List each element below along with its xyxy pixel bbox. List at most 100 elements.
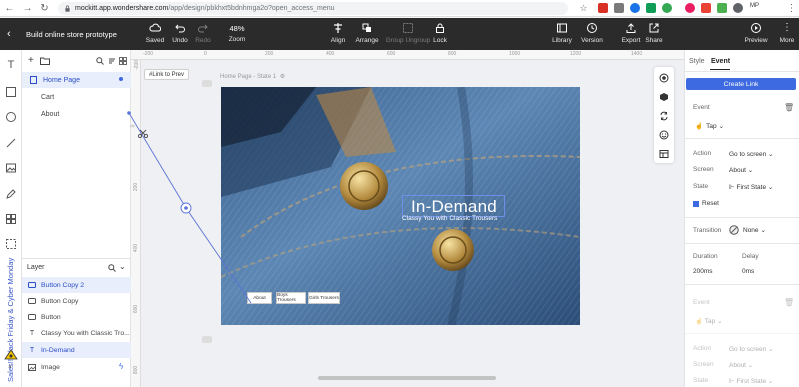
create-link-button[interactable]: Create Link (686, 78, 796, 90)
tab-event[interactable]: Event (711, 58, 730, 65)
extension-sheet-icon[interactable] (717, 3, 727, 13)
line-tool-icon[interactable] (5, 137, 17, 149)
table-icon[interactable] (659, 149, 669, 159)
extension-green-icon[interactable] (646, 3, 656, 13)
screen2-select[interactable]: About ⌄ (729, 361, 753, 369)
hero-title[interactable]: In-Demand (411, 197, 497, 217)
ellipse-tool-icon[interactable] (5, 111, 17, 123)
preview-label: Preview (744, 37, 768, 44)
tab-style[interactable]: Style (689, 58, 705, 65)
add-page-icon[interactable]: + (28, 56, 34, 66)
image-tool-icon[interactable] (5, 162, 17, 174)
frame-scroll-handle-bottom[interactable] (202, 336, 212, 343)
screen-label: Screen (693, 166, 714, 173)
page-item-cart[interactable]: Cart (22, 89, 131, 105)
arrange-icon (362, 23, 371, 32)
trigger2-value: Tap (704, 318, 716, 325)
layer-item-subtitle-text[interactable]: T Classy You with Classic Tro... (22, 325, 131, 341)
scissors-cut-icon[interactable] (138, 129, 148, 138)
extension-pink-icon[interactable] (685, 3, 695, 13)
redo-button[interactable]: Redo (190, 22, 216, 44)
search-pages-icon[interactable] (96, 57, 104, 65)
layer-item-button-copy-2[interactable]: Button Copy 2 (22, 277, 131, 293)
forward-icon[interactable]: → (22, 3, 33, 14)
state2-select[interactable]: ⊩ First State ⌄ (729, 377, 773, 385)
profile-badge[interactable]: MP (750, 3, 764, 13)
extension-grid-icon[interactable] (614, 3, 624, 13)
page-item-about[interactable]: About (22, 106, 131, 122)
denim-hero-image[interactable] (221, 87, 580, 325)
duration-input[interactable]: 200ms (693, 268, 713, 275)
extension-pdf-icon[interactable] (598, 3, 608, 13)
trigger-select[interactable]: ☝ Tap ⌄ (695, 122, 724, 131)
tap-hand-icon: ☝ (695, 123, 704, 130)
reload-icon[interactable]: ↻ (39, 3, 50, 14)
sync-icon[interactable] (659, 111, 669, 121)
layer-item-button[interactable]: Button (22, 309, 131, 325)
frame-settings-icon[interactable]: ⚙ (280, 74, 285, 80)
back-icon[interactable]: ← (4, 3, 15, 14)
extension-leaf-icon[interactable] (662, 3, 672, 13)
address-bar[interactable]: mockitt.app.wondershare.com /app/design/… (58, 2, 568, 15)
delete-event2-icon[interactable]: 🗑 (784, 298, 794, 307)
screen-select[interactable]: About ⌄ (729, 166, 753, 174)
page-item-home[interactable]: Home Page (22, 72, 131, 88)
search-layers-icon[interactable] (108, 264, 116, 272)
layer-item-button-copy[interactable]: Button Copy (22, 293, 131, 309)
save-button[interactable]: Saved (142, 22, 168, 44)
extensions-puzzle-icon[interactable] (733, 3, 743, 13)
cube-icon[interactable] (659, 92, 669, 102)
hero-subtitle[interactable]: Classy You with Classic Trousers (402, 215, 497, 222)
version-label: Version (581, 37, 603, 44)
library-button[interactable]: Library (549, 22, 575, 44)
delay-input[interactable]: 0ms (742, 268, 754, 275)
text-layer-icon: T (29, 329, 35, 337)
zoom-control[interactable]: 48% Zoom (223, 22, 251, 43)
state-select[interactable]: ⊩ First State ⌄ (729, 183, 773, 191)
grid-view-icon[interactable] (119, 57, 127, 65)
arrange-button[interactable]: Arrange (352, 22, 382, 44)
transition-select[interactable]: None ⌄ (729, 225, 766, 235)
align-icon (334, 23, 342, 33)
target-icon[interactable] (659, 73, 669, 83)
rectangle-tool-icon[interactable] (5, 86, 17, 98)
trigger2-select[interactable]: ☝ Tap ⌄ (695, 317, 723, 325)
canvas-area[interactable]: -20002004006008001000120014001600 -20002… (127, 50, 703, 387)
text-tool-icon[interactable]: T (5, 59, 17, 71)
divider (685, 138, 799, 139)
page-icon (30, 76, 37, 84)
components-tool-icon[interactable] (5, 213, 17, 225)
back-chevron-icon[interactable]: ‹ (7, 28, 11, 40)
boys-trousers-button[interactable]: Boys Trousers (276, 292, 306, 304)
reset-checkbox[interactable]: Reset (693, 200, 719, 207)
action-select[interactable]: Go to screen ⌄ (729, 150, 773, 158)
lock-button[interactable]: Lock (427, 22, 453, 44)
screen2-label: Screen (693, 361, 714, 368)
action2-select[interactable]: Go to screen ⌄ (729, 345, 773, 353)
more-button[interactable]: ⋮ More (775, 22, 799, 44)
version-button[interactable]: Version (579, 22, 605, 44)
browser-menu-icon[interactable]: ⋮ (786, 3, 797, 14)
project-title[interactable]: Build online store prototype (26, 30, 117, 39)
hotspot-tool-icon[interactable] (5, 238, 17, 250)
layer-item-in-demand[interactable]: T In-Demand (22, 342, 131, 358)
sort-icon[interactable] (108, 57, 116, 65)
share-button[interactable]: Share (641, 22, 667, 44)
align-button[interactable]: Align (325, 22, 351, 44)
layer-item-image[interactable]: Image ϟ (22, 359, 131, 375)
pen-tool-icon[interactable] (5, 188, 17, 200)
horizontal-scrollbar[interactable] (318, 376, 496, 380)
screen-frame[interactable]: In-Demand Classy You with Classic Trouse… (221, 87, 580, 325)
collapse-layers-icon[interactable]: ⌄ (119, 262, 126, 271)
girls-trousers-button[interactable]: Girls Trousers (308, 292, 340, 304)
preview-button[interactable]: Preview (741, 22, 771, 44)
bookmark-star-icon[interactable]: ☆ (578, 3, 589, 14)
add-folder-icon[interactable] (40, 57, 50, 65)
close-promo-icon[interactable]: × (8, 364, 12, 371)
smiley-icon[interactable] (659, 130, 669, 140)
extension-gmail-icon[interactable] (701, 3, 711, 13)
extension-g-icon[interactable] (630, 3, 640, 13)
group-ungroup-button[interactable]: Group Ungroup (385, 22, 431, 44)
promo-mascot-icon[interactable] (4, 349, 18, 360)
delete-event-icon[interactable]: 🗑 (784, 103, 794, 112)
